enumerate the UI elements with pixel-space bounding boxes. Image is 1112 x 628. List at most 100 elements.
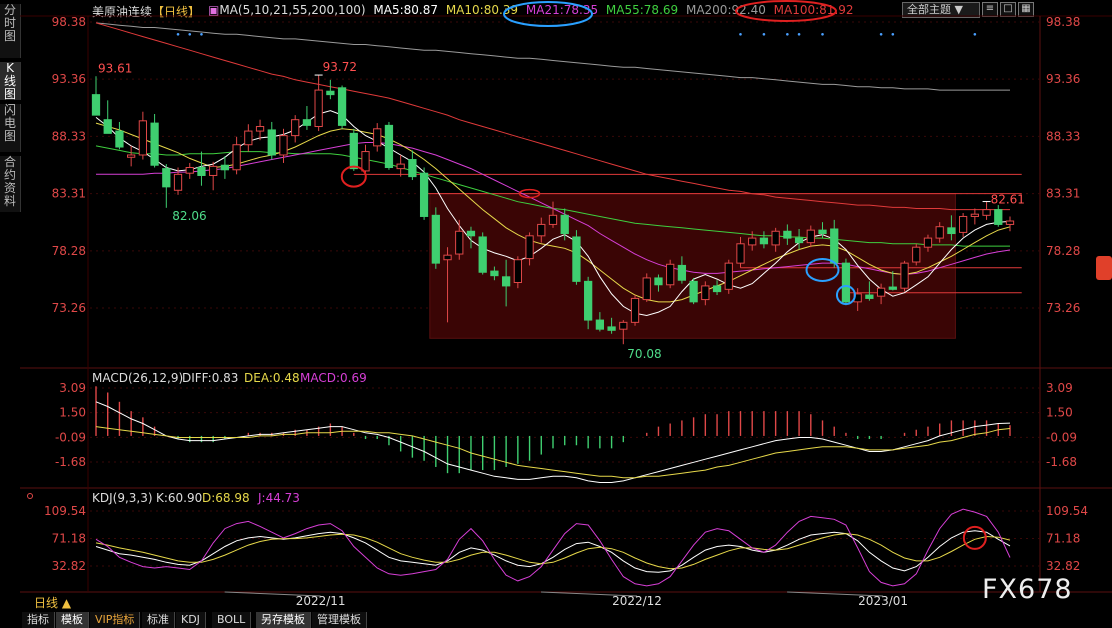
- signal-dot: [762, 32, 766, 36]
- candle-body: [115, 130, 124, 148]
- macd-tick-label: 3.09: [59, 381, 86, 395]
- kdj-tick-label: 109.54: [44, 504, 86, 518]
- candle-body: [748, 237, 757, 246]
- candle-body: [888, 286, 897, 290]
- x-axis-label: 2023/01: [858, 594, 908, 608]
- price-tick-label: 93.36: [1046, 72, 1080, 86]
- candle-body: [314, 89, 323, 128]
- candle-body: [630, 297, 640, 323]
- candle-body: [947, 227, 956, 235]
- candle-body: [185, 167, 194, 174]
- bottom-tab[interactable]: VIP指标: [90, 612, 141, 628]
- candle-body: [513, 259, 522, 283]
- candle-body: [267, 129, 276, 156]
- candle-body: [501, 276, 511, 287]
- kdj-tick-label: 32.82: [52, 559, 86, 573]
- bottom-tab[interactable]: KDJ: [176, 612, 206, 628]
- price-annotation: 93.72: [323, 60, 357, 74]
- ma-line-ma100: [95, 22, 1010, 211]
- candle-body: [818, 229, 827, 235]
- signal-dot: [786, 32, 789, 36]
- candle-body: [595, 319, 605, 330]
- candle-body: [548, 214, 558, 225]
- bottom-tab[interactable]: 模板: [56, 612, 89, 628]
- chat-icon: [1096, 256, 1112, 280]
- candle-body: [724, 262, 733, 290]
- kdj-marker-icon: [27, 493, 33, 499]
- candle-body: [982, 209, 991, 216]
- signal-dot: [797, 32, 801, 36]
- price-tick-label: 83.31: [1046, 187, 1080, 201]
- candle-body: [923, 237, 933, 248]
- bottom-tab[interactable]: 标准: [142, 612, 175, 628]
- candle-body: [783, 230, 792, 239]
- kdj-tick-label: 32.82: [1046, 559, 1080, 573]
- price-tick-label: 88.33: [52, 129, 86, 143]
- macd-header: MACD(26,12,9): [92, 371, 183, 385]
- price-tick-label: 73.26: [1046, 301, 1080, 315]
- price-annotation: 82.06: [172, 209, 206, 223]
- candle-body: [958, 215, 968, 233]
- signal-dot: [891, 32, 895, 36]
- price-tick-label: 98.38: [1046, 15, 1080, 29]
- candle-body: [607, 326, 616, 331]
- signal-dot: [200, 32, 203, 36]
- candle-body: [173, 173, 183, 191]
- candle-body: [771, 230, 780, 246]
- range-box: [429, 193, 956, 339]
- kdj-tick-label: 71.18: [1046, 532, 1080, 546]
- candle-body: [478, 236, 487, 273]
- x-axis-label: 2022/11: [296, 594, 346, 608]
- price-tick-label: 83.31: [52, 187, 86, 201]
- signal-dot: [821, 32, 824, 36]
- price-tick-label: 78.28: [52, 244, 86, 258]
- candle-body: [396, 163, 405, 170]
- bottom-tab[interactable]: BOLL: [212, 612, 252, 628]
- candle-body: [138, 120, 148, 156]
- candle-body: [794, 237, 804, 244]
- candle-body: [361, 151, 370, 172]
- candle-body: [232, 144, 241, 171]
- candle-body: [279, 135, 288, 156]
- candle-body: [572, 236, 581, 282]
- macd-tick-label: -0.09: [1046, 430, 1077, 444]
- candle-body: [1005, 220, 1015, 225]
- signal-dot: [176, 32, 180, 36]
- candle-body: [876, 287, 886, 297]
- period-label[interactable]: 日线 ▲: [34, 594, 71, 611]
- candle-body: [841, 262, 851, 303]
- candle-body: [970, 213, 979, 217]
- bottom-tab[interactable]: 管理模板: [312, 612, 367, 628]
- candle-body: [736, 243, 745, 264]
- kdj-k-label: K:60.90: [156, 491, 202, 505]
- bottom-tab[interactable]: 指标: [22, 612, 55, 628]
- candle-body: [584, 280, 593, 321]
- candle-body: [326, 90, 335, 96]
- macd-tick-label: 1.50: [59, 406, 86, 420]
- annotation-circle: [735, 0, 837, 22]
- chart-canvas[interactable]: 98.38 98.38 93.36 93.36 88.33 88.33 83.31 83.31…: [0, 0, 1112, 628]
- ma-line-ma200: [95, 22, 1010, 91]
- candle-body: [654, 277, 663, 286]
- macd-dea-label: DEA:0.48: [244, 371, 300, 385]
- candle-body: [759, 237, 769, 245]
- bottom-tab[interactable]: 另存模板: [256, 612, 311, 628]
- candle-body: [419, 172, 429, 217]
- macd-tick-label: -0.09: [55, 430, 86, 444]
- signal-dot: [188, 32, 192, 36]
- candle-body: [408, 159, 417, 178]
- candle-body: [91, 94, 101, 116]
- watermark-logo: FX678: [982, 574, 1073, 605]
- price-annotation: 82.61: [991, 193, 1025, 207]
- candle-body: [619, 321, 628, 330]
- candle-body: [537, 223, 546, 237]
- candle-body: [209, 165, 218, 176]
- candle-body: [443, 254, 452, 261]
- price-tick-label: 93.36: [52, 72, 86, 86]
- candle-body: [712, 285, 722, 293]
- candle-body: [642, 277, 651, 301]
- candle-body: [900, 262, 909, 289]
- candle-body: [666, 263, 675, 286]
- macd-tick-label: 3.09: [1046, 381, 1073, 395]
- candle-body: [349, 132, 358, 170]
